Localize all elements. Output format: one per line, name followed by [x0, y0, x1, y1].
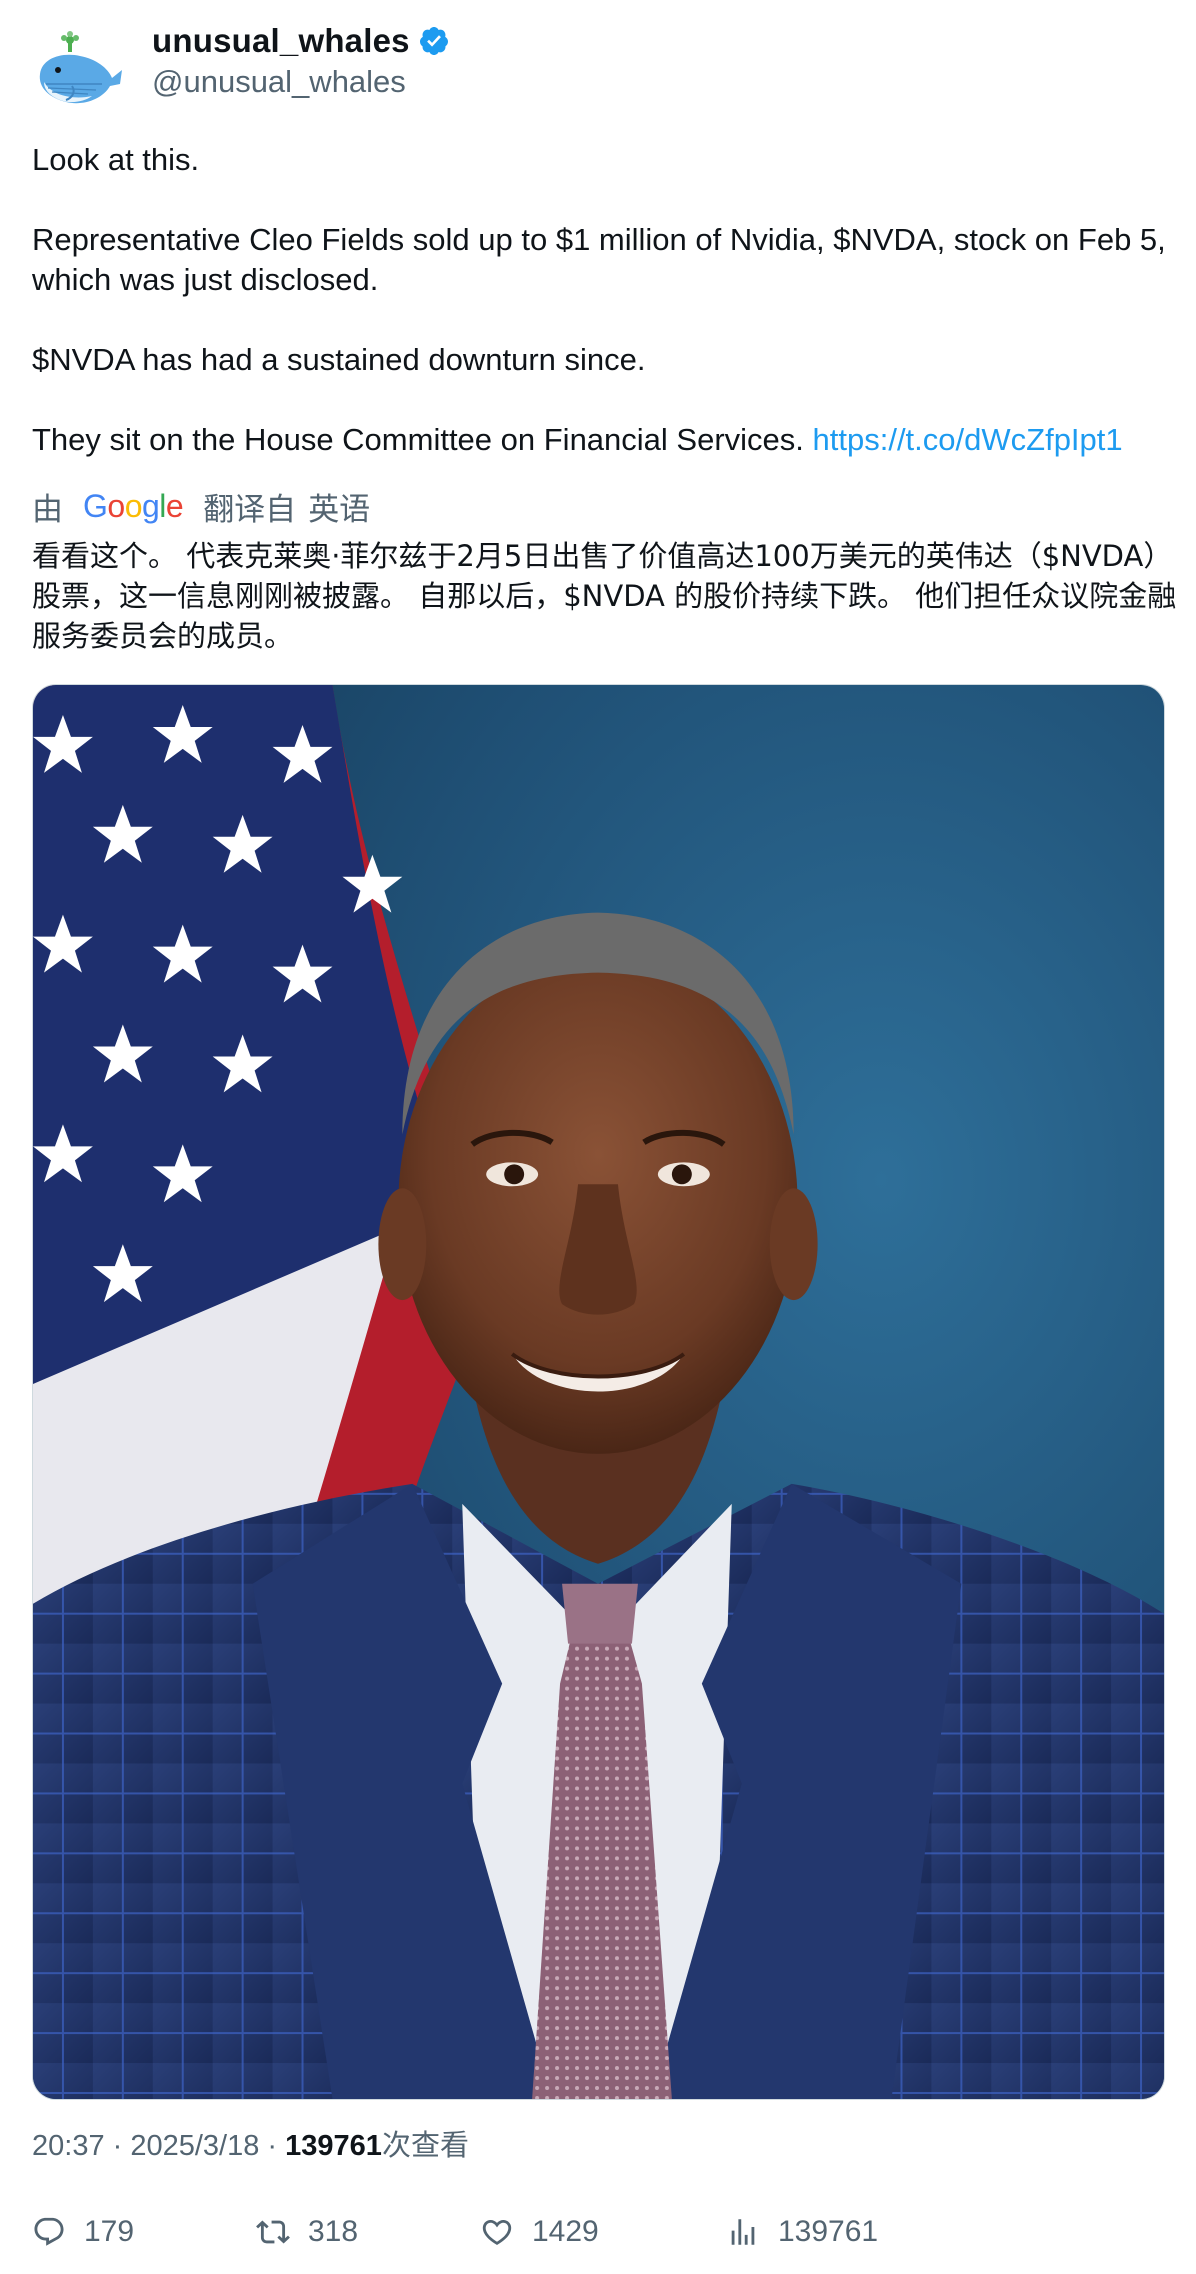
name-row: unusual_whales — [152, 22, 450, 60]
tweet-paragraph: Representative Cleo Fields sold up to $1… — [32, 222, 1166, 297]
retweet-button[interactable]: 318 — [256, 2210, 358, 2254]
source-language: 英语 — [308, 491, 371, 527]
tweet-link[interactable]: https://t.co/dWcZfpIpt1 — [813, 422, 1123, 457]
tweet-paragraph: $NVDA has had a sustained downturn since… — [32, 342, 646, 377]
views-button[interactable]: 139761 — [726, 2210, 878, 2254]
google-logo: Google — [83, 487, 184, 524]
tweet-actions: 179 318 1429 139761 — [32, 2210, 1132, 2254]
tweet-text: Look at this. Representative Cleo Fields… — [32, 140, 1172, 460]
views-number: 139761 — [285, 2130, 382, 2162]
tweet-header: unusual_whales @unusual_whales — [32, 20, 1162, 120]
verified-badge-icon[interactable] — [418, 25, 450, 57]
views-icon — [731, 2219, 755, 2245]
tweet-time[interactable]: 20:37 — [32, 2130, 105, 2162]
reply-button[interactable]: 179 — [32, 2210, 134, 2254]
whale-avatar-icon[interactable] — [32, 26, 126, 120]
tweet-paragraph-last: They sit on the House Committee on Finan… — [32, 420, 1172, 460]
like-icon — [482, 2219, 512, 2245]
translation-attribution: 由 Google 翻译自 英语 — [32, 484, 370, 528]
like-count: 1429 — [532, 2215, 599, 2248]
retweet-count: 318 — [308, 2215, 359, 2248]
reply-count: 179 — [84, 2215, 135, 2248]
tweet-card: unusual_whales @unusual_whales Look at t… — [0, 0, 1196, 2274]
tweet-paragraph: Look at this. — [32, 142, 200, 177]
reply-icon — [34, 2217, 64, 2246]
tweet-meta: 20:37 · 2025/3/18 · 139761次查看 — [32, 2130, 469, 2162]
translated-from-label: 翻译自 — [203, 491, 297, 527]
translated-by-label: 由 — [32, 491, 63, 527]
like-button[interactable]: 1429 — [480, 2210, 599, 2254]
tweet-date[interactable]: 2025/3/18 — [130, 2130, 259, 2162]
user-handle[interactable]: @unusual_whales — [152, 64, 406, 100]
display-name[interactable]: unusual_whales — [152, 22, 410, 60]
retweet-icon — [256, 2220, 290, 2244]
tweet-paragraph-text: They sit on the House Committee on Finan… — [32, 422, 813, 457]
tweet-photo[interactable] — [32, 684, 1165, 2100]
translated-text: 看看这个。 代表克莱奥·菲尔兹于2月5日出售了价值高达100万美元的英伟达（$N… — [32, 539, 1177, 653]
views-count: 139761 — [778, 2215, 879, 2248]
views-label: 次查看 — [381, 2130, 469, 2162]
